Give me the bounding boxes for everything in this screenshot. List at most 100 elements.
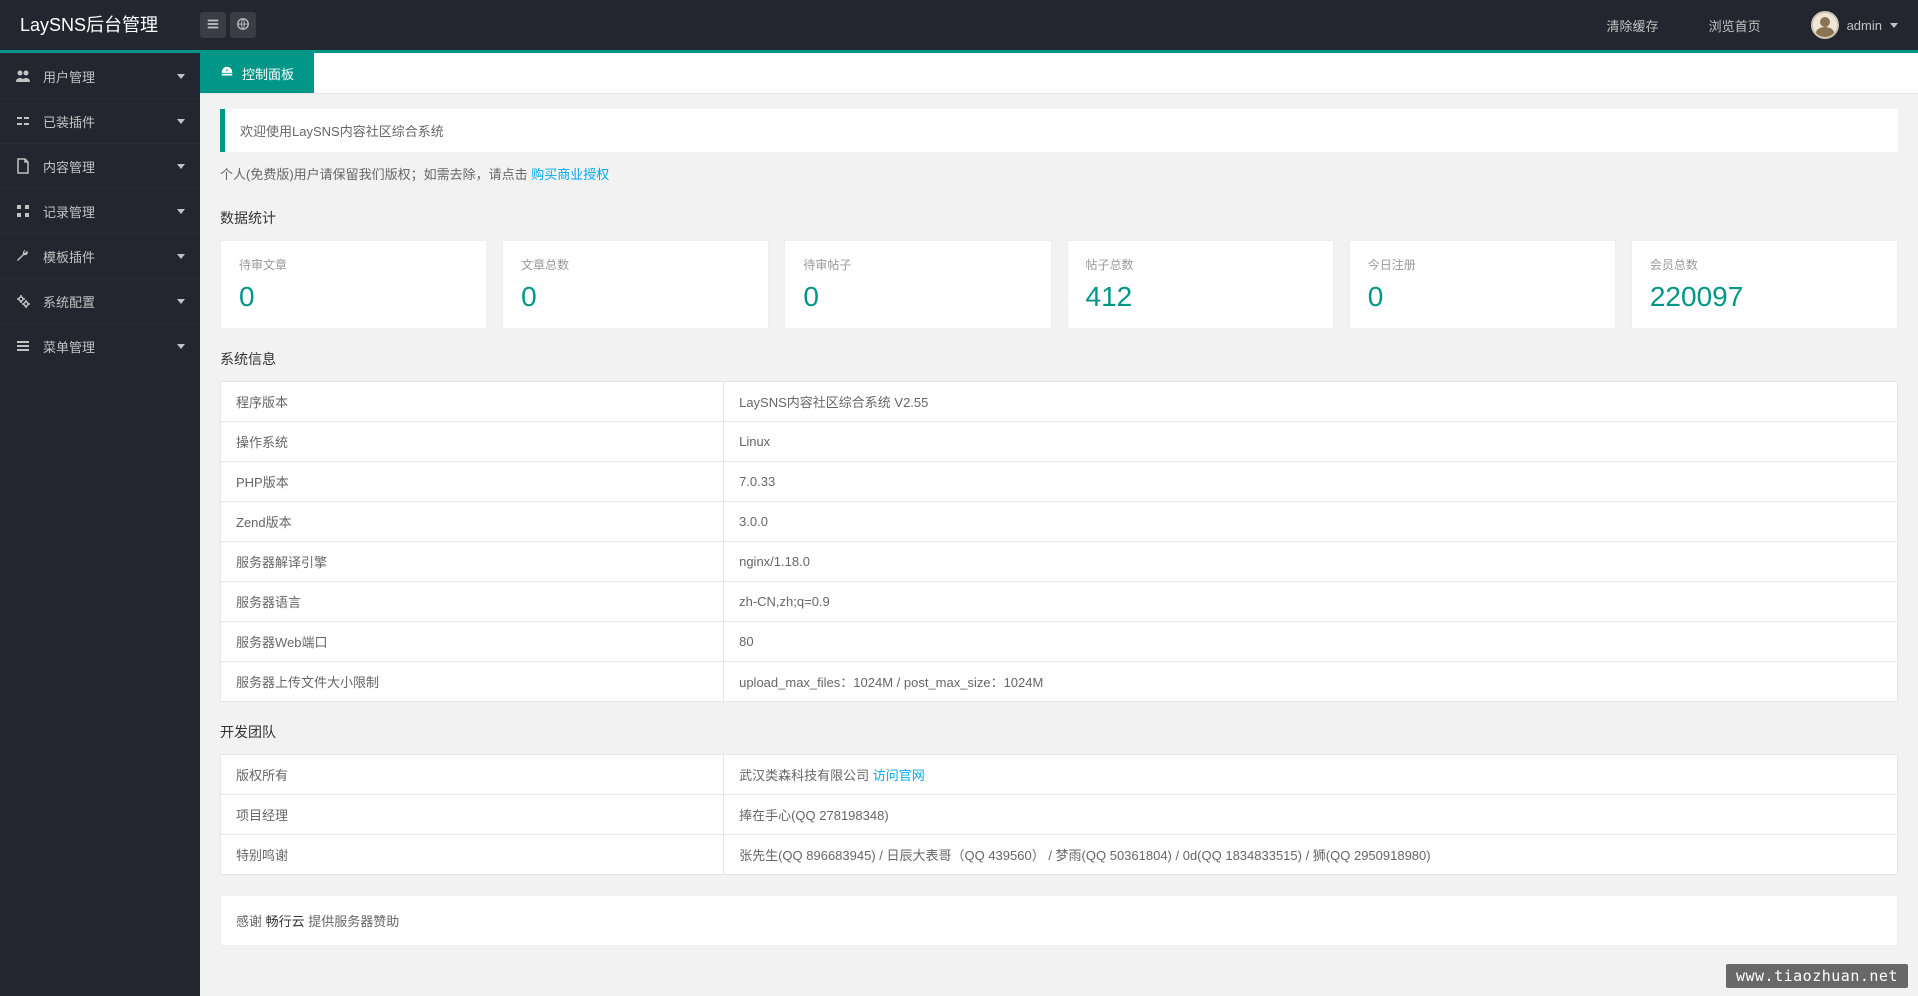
license-prefix: 个人(免费版)用户请保留我们版权；如需去除，请点击 [220,167,531,182]
stat-label: 文章总数 [521,256,750,273]
grid-icon [15,203,31,219]
sponsor-prefix: 感谢 [236,914,266,929]
sidebar-item-content[interactable]: 内容管理 [0,143,200,188]
sponsor-panel: 感谢 畅行云 提供服务器赞助 [220,895,1898,946]
stat-label: 帖子总数 [1086,256,1315,273]
sysinfo-label: 服务器Web端口 [221,622,724,662]
section-title-stats: 数据统计 [220,208,1898,228]
sidebar-item-plugins[interactable]: 已装插件 [0,98,200,143]
stat-value: 412 [1086,281,1315,313]
chevron-down-icon [177,164,185,169]
sidebar-item-system[interactable]: 系统配置 [0,278,200,323]
user-menu[interactable]: admin [1811,11,1898,39]
table-row: 服务器语言zh-CN,zh;q=0.9 [221,582,1898,622]
stat-label: 会员总数 [1650,256,1879,273]
file-icon [15,158,31,174]
stat-value: 220097 [1650,281,1879,313]
sidebar-item-users[interactable]: 用户管理 [0,53,200,98]
clear-cache-link[interactable]: 清除缓存 [1607,16,1659,35]
stat-label: 待审帖子 [803,256,1032,273]
sidebar: 用户管理 已装插件 内容管理 记录管理 模板插件 系统配置 菜单管理 [0,53,200,996]
content-area: 欢迎使用LaySNS内容社区综合系统 个人(免费版)用户请保留我们版权；如需去除… [200,94,1918,961]
stat-card[interactable]: 今日注册 0 [1349,240,1616,329]
welcome-panel: 欢迎使用LaySNS内容社区综合系统 [220,109,1898,152]
team-value: 武汉类森科技有限公司 访问官网 [724,755,1898,795]
stat-card[interactable]: 待审帖子 0 [784,240,1051,329]
team-label: 项目经理 [221,795,724,835]
chevron-down-icon [177,254,185,259]
sysinfo-label: Zend版本 [221,502,724,542]
stat-card[interactable]: 会员总数 220097 [1631,240,1898,329]
stat-value: 0 [1368,281,1597,313]
stat-card[interactable]: 待审文章 0 [220,240,487,329]
visit-official-link[interactable]: 访问官网 [873,768,925,783]
table-row: 操作系统Linux [221,422,1898,462]
table-row: Zend版本3.0.0 [221,502,1898,542]
stat-label: 待审文章 [239,256,468,273]
table-row: 程序版本LaySNS内容社区综合系统 V2.55 [221,382,1898,422]
license-note: 个人(免费版)用户请保留我们版权；如需去除，请点击 购买商业授权 [220,152,1898,188]
sysinfo-value: zh-CN,zh;q=0.9 [724,582,1898,622]
chevron-down-icon [1890,23,1898,28]
sidebar-item-records[interactable]: 记录管理 [0,188,200,233]
browse-home-link[interactable]: 浏览首页 [1709,16,1761,35]
sysinfo-table: 程序版本LaySNS内容社区综合系统 V2.55 操作系统Linux PHP版本… [220,381,1898,702]
table-row: 服务器解译引擎nginx/1.18.0 [221,542,1898,582]
sponsor-suffix: 提供服务器赞助 [305,914,400,929]
chevron-down-icon [177,74,185,79]
user-name: admin [1847,18,1882,33]
dashboard-icon [220,65,234,82]
table-row: 服务器Web端口80 [221,622,1898,662]
menu-icon [15,338,31,354]
sidebar-item-label: 已装插件 [43,112,177,131]
globe-icon [236,17,250,34]
sysinfo-value: 3.0.0 [724,502,1898,542]
team-value: 捧在手心(QQ 278198348) [724,795,1898,835]
stat-card[interactable]: 帖子总数 412 [1067,240,1334,329]
sidebar-item-templates[interactable]: 模板插件 [0,233,200,278]
wrench-icon [15,248,31,264]
sponsor-name: 畅行云 [266,914,305,929]
team-label: 特别鸣谢 [221,835,724,875]
accent-divider [0,50,1918,53]
sidebar-toggle-button[interactable] [200,12,226,38]
table-row: PHP版本7.0.33 [221,462,1898,502]
cogs-icon [15,293,31,309]
stat-value: 0 [521,281,750,313]
refresh-button[interactable] [230,12,256,38]
stat-value: 0 [803,281,1032,313]
app-logo: LaySNS后台管理 [0,0,200,50]
stat-value: 0 [239,281,468,313]
tab-label: 控制面板 [242,64,294,83]
sidebar-item-label: 记录管理 [43,202,177,221]
plugin-icon [15,113,31,129]
sidebar-item-label: 系统配置 [43,292,177,311]
sysinfo-value: upload_max_files：1024M / post_max_size：1… [724,662,1898,702]
sidebar-item-label: 用户管理 [43,67,177,86]
team-label: 版权所有 [221,755,724,795]
sidebar-item-label: 菜单管理 [43,337,177,356]
stat-label: 今日注册 [1368,256,1597,273]
sidebar-item-menus[interactable]: 菜单管理 [0,323,200,368]
table-row: 特别鸣谢 张先生(QQ 896683945) / 日辰大表哥（QQ 439560… [221,835,1898,875]
sysinfo-value: 7.0.33 [724,462,1898,502]
header-right: 清除缓存 浏览首页 admin [1607,11,1918,39]
sysinfo-label: PHP版本 [221,462,724,502]
header-left-buttons [200,12,256,38]
section-title-team: 开发团队 [220,722,1898,742]
sidebar-item-label: 模板插件 [43,247,177,266]
chevron-down-icon [177,344,185,349]
sysinfo-value: nginx/1.18.0 [724,542,1898,582]
sysinfo-label: 服务器语言 [221,582,724,622]
stat-card[interactable]: 文章总数 0 [502,240,769,329]
team-value: 张先生(QQ 896683945) / 日辰大表哥（QQ 439560） / 梦… [724,835,1898,875]
buy-license-link[interactable]: 购买商业授权 [531,167,609,182]
main-area: 控制面板 欢迎使用LaySNS内容社区综合系统 个人(免费版)用户请保留我们版权… [200,53,1918,996]
tab-dashboard[interactable]: 控制面板 [200,53,314,93]
team-table: 版权所有 武汉类森科技有限公司 访问官网 项目经理 捧在手心(QQ 278198… [220,754,1898,875]
sysinfo-label: 服务器上传文件大小限制 [221,662,724,702]
sysinfo-label: 操作系统 [221,422,724,462]
section-title-sysinfo: 系统信息 [220,349,1898,369]
watermark: www.tiaozhuan.net [1726,964,1908,988]
sysinfo-value: 80 [724,622,1898,662]
